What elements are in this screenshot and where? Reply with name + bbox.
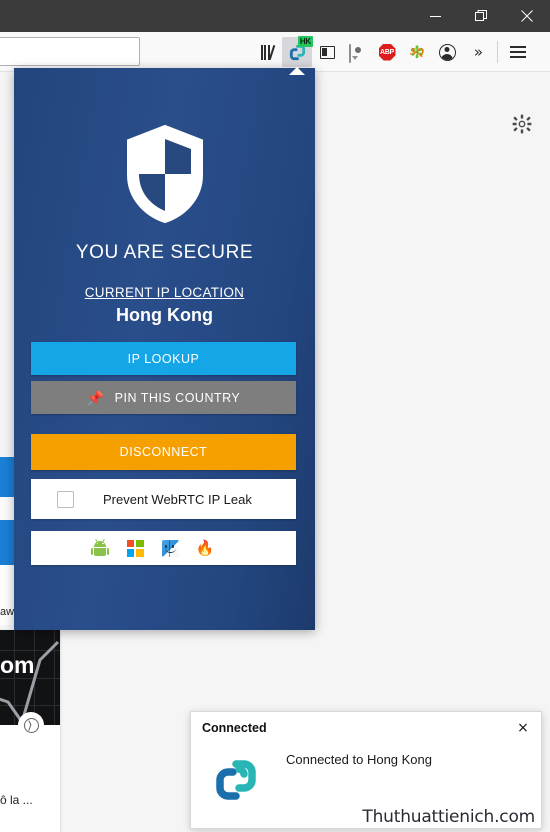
bubble-glyph	[348, 43, 366, 63]
account-icon[interactable]	[432, 37, 462, 67]
chevrons-glyph: »	[473, 42, 483, 61]
window-controls	[412, 0, 550, 32]
ip-lookup-button[interactable]: IP LOOKUP	[31, 342, 296, 375]
vpn-logo-icon	[213, 757, 259, 803]
pin-this-country-button[interactable]: 📌 PIN THIS COUNTRY	[31, 381, 296, 414]
screen: HK ABP ✻ SQ » aw om ô la ... YOU ARE SEC…	[0, 0, 550, 832]
popup-arrow	[289, 67, 305, 75]
windows-icon[interactable]	[125, 538, 145, 558]
abp-icon[interactable]: ABP	[372, 37, 402, 67]
url-bar[interactable]	[0, 37, 140, 66]
account-glyph	[438, 43, 456, 61]
vpn-country-badge: HK	[297, 36, 313, 47]
watermark-text: Thuthuattienich.com	[362, 807, 535, 827]
browser-toolbar: HK ABP ✻ SQ »	[0, 32, 550, 75]
disconnect-button[interactable]: DISCONNECT	[31, 434, 296, 470]
minimize-button[interactable]	[412, 0, 458, 32]
prevent-webrtc-checkbox[interactable]	[57, 490, 74, 508]
pin-this-country-label: PIN THIS COUNTRY	[114, 390, 241, 405]
toolbar-icon-group: HK ABP ✻ SQ »	[252, 32, 533, 75]
url-input[interactable]	[0, 38, 139, 65]
current-ip-location-value: Hong Kong	[116, 305, 213, 325]
library-bars	[260, 44, 276, 60]
restore-button[interactable]	[458, 0, 504, 32]
article-card-title: ô la ...	[0, 793, 33, 807]
window-titlebar	[0, 0, 550, 32]
reader-view-icon[interactable]	[312, 37, 342, 67]
article-thumbnail: om	[0, 630, 60, 725]
macos-finder-icon[interactable]	[160, 538, 180, 558]
prevent-webrtc-label: Prevent WebRTC IP Leak	[103, 491, 252, 507]
article-card[interactable]: om ô la ...	[0, 630, 60, 832]
vpn-extension-icon[interactable]: HK	[282, 36, 313, 75]
platform-links-row: 🔥	[31, 531, 296, 565]
sq-glyph: ✻ SQ	[409, 42, 425, 62]
current-ip-location-label[interactable]: CURRENT IP LOCATION	[85, 285, 244, 300]
toast-title: Connected	[202, 721, 267, 735]
android-glyph	[91, 538, 109, 557]
reader-glyph	[319, 45, 335, 59]
prevent-webrtc-row[interactable]: Prevent WebRTC IP Leak	[31, 479, 296, 519]
close-icon[interactable]: ×	[513, 718, 533, 738]
flame-glyph: 🔥	[195, 539, 215, 557]
shield-icon	[14, 125, 315, 223]
toast-message: Connected to Hong Kong	[286, 752, 432, 767]
notification-toast: Connected × Connected to Hong Kong Thuth…	[190, 711, 542, 829]
pushpin-icon: 📌	[86, 389, 105, 406]
vpn-status-title: YOU ARE SECURE	[75, 242, 254, 263]
speech-bubble-icon[interactable]	[342, 37, 372, 67]
platform-icons: 🔥	[90, 538, 215, 558]
overflow-chevrons-icon[interactable]: »	[462, 37, 492, 67]
thumbnail-text: om	[0, 652, 35, 678]
abp-glyph: ABP	[378, 43, 396, 61]
gear-icon[interactable]	[512, 114, 532, 134]
sq-icon[interactable]: ✻ SQ	[402, 37, 432, 67]
clock-icon	[18, 712, 44, 738]
toolbar-divider	[497, 41, 498, 63]
windows-glyph	[126, 539, 144, 557]
library-icon[interactable]	[252, 37, 282, 67]
hamburger-menu-icon[interactable]	[503, 37, 533, 67]
hamburger-glyph	[510, 46, 526, 58]
android-icon[interactable]	[90, 538, 110, 558]
finder-glyph	[161, 539, 179, 557]
vpn-popup-panel: YOU ARE SECURE CURRENT IP LOCATION Hong …	[14, 68, 315, 630]
close-button[interactable]	[504, 0, 550, 32]
flame-icon[interactable]: 🔥	[195, 538, 215, 558]
page-partial-text: aw	[0, 606, 15, 618]
current-ip-location-link[interactable]: CURRENT IP LOCATION	[14, 284, 315, 302]
